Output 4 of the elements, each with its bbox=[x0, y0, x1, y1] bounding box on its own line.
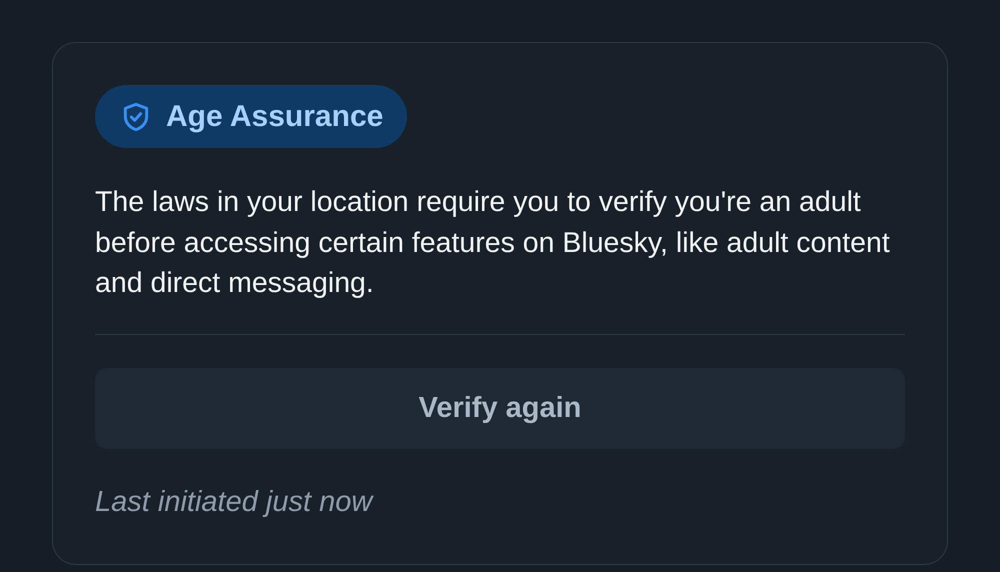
status-text: Last initiated just now bbox=[95, 486, 372, 518]
description-text: The laws in your location require you to verify you're an adult before accessing certain features on Bluesky, like adult content and direct messaging. bbox=[95, 185, 891, 301]
badge-label: Age Assurance bbox=[166, 100, 384, 134]
verify-again-button[interactable]: Verify again bbox=[95, 368, 905, 448]
